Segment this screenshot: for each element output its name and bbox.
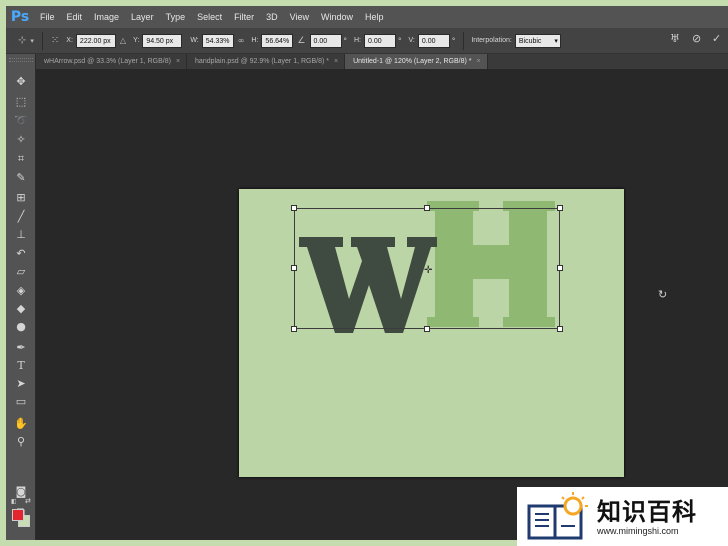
w-label: W:	[190, 37, 199, 44]
separator	[41, 31, 43, 50]
y-label: Y:	[133, 37, 140, 44]
transform-handle-top-left[interactable]	[291, 205, 297, 211]
book-lightbulb-logo	[527, 491, 591, 542]
menu-select[interactable]: Select	[191, 6, 228, 28]
transform-handle-right[interactable]	[557, 265, 563, 271]
healing-brush-tool-icon[interactable]: ⊞	[12, 190, 30, 206]
document-tab-bar: wHArrow.psd @ 33.3% (Layer 1, RGB/8) × h…	[36, 54, 728, 69]
hskew-label: H:	[354, 37, 361, 44]
tab-wharrow[interactable]: wHArrow.psd @ 33.3% (Layer 1, RGB/8) ×	[36, 54, 188, 69]
menu-bar: Ps File Edit Image Layer Type Select Fil…	[6, 6, 728, 28]
preset-dropdown-icon[interactable]: ▾	[30, 37, 34, 45]
width-field[interactable]: 54.33%	[201, 33, 234, 48]
transform-handle-bottom[interactable]	[424, 326, 430, 332]
menu-help[interactable]: Help	[359, 6, 390, 28]
link-icon[interactable]: ∞	[238, 36, 245, 45]
hand-tool-icon[interactable]: ✋	[12, 416, 30, 432]
close-icon[interactable]: ×	[334, 58, 338, 65]
x-field[interactable]: 222.00 px	[75, 33, 116, 48]
rotate-cursor-icon: ↻	[658, 288, 668, 301]
document-canvas[interactable]: ✛	[239, 189, 624, 477]
menu-type[interactable]: Type	[160, 6, 192, 28]
quick-selection-tool-icon[interactable]: ✧	[12, 132, 30, 148]
h-label: H:	[251, 37, 259, 44]
cancel-transform-icon[interactable]: ⊘	[692, 32, 701, 45]
degree-symbol: °	[343, 36, 348, 45]
relative-position-icon[interactable]: △	[120, 36, 126, 45]
menu-window[interactable]: Window	[315, 6, 359, 28]
transform-tool-preset-icon[interactable]: ⊹	[18, 35, 26, 46]
zoom-tool-icon[interactable]: ⚲	[12, 434, 30, 450]
separator	[463, 31, 465, 50]
tab-untitled-1[interactable]: Untitled-1 @ 120% (Layer 2, RGB/8) * ×	[345, 54, 488, 69]
menu-3d[interactable]: 3D	[260, 6, 284, 28]
commit-transform-icon[interactable]: ✓	[712, 32, 721, 45]
watermark-url: www.mimingshi.com	[597, 525, 679, 536]
options-bar: ⊹ ▾ ⁙ X: 222.00 px △ Y: 94.50 px W: 54.3…	[6, 28, 728, 54]
close-icon[interactable]: ×	[176, 58, 180, 65]
move-tool-icon[interactable]: ✥	[12, 74, 30, 90]
eyedropper-tool-icon[interactable]: ✎	[12, 170, 30, 186]
degree-symbol: °	[398, 36, 402, 45]
rotation-field[interactable]: 0.00	[309, 33, 342, 48]
paint-bucket-tool-icon[interactable]: ◈	[12, 283, 30, 299]
warp-mode-icon[interactable]: ♅	[670, 32, 680, 45]
menu-filter[interactable]: Filter	[228, 6, 260, 28]
interpolation-select[interactable]: Bicubic	[514, 33, 561, 49]
photoshop-logo: Ps	[10, 9, 30, 25]
height-field[interactable]: 56.64%	[261, 33, 294, 48]
blur-tool-icon[interactable]: ◆	[12, 301, 30, 317]
history-brush-tool-icon[interactable]: ↶	[12, 246, 30, 262]
foreground-color-swatch[interactable]	[12, 509, 24, 521]
vskew-label: V:	[408, 37, 415, 44]
watermark: 知识百科 www.mimingshi.com	[517, 487, 728, 546]
dodge-tool-icon[interactable]: ●	[12, 319, 30, 335]
close-icon[interactable]: ×	[476, 58, 480, 65]
horizontal-skew-field[interactable]: 0.00	[364, 33, 396, 48]
photoshop-window: Ps File Edit Image Layer Type Select Fil…	[6, 6, 728, 540]
menu-file[interactable]: File	[34, 6, 61, 28]
menu-edit[interactable]: Edit	[61, 6, 89, 28]
pen-tool-icon[interactable]: ✒	[12, 340, 30, 356]
tab-label: Untitled-1 @ 120% (Layer 2, RGB/8) *	[353, 58, 472, 65]
tab-label: handplain.psd @ 92.9% (Layer 1, RGB/8) *	[195, 58, 329, 65]
angle-icon: ∠	[297, 35, 306, 46]
brush-tool-icon[interactable]: ╱	[12, 209, 30, 225]
menu-image[interactable]: Image	[88, 6, 125, 28]
watermark-title: 知识百科	[597, 497, 697, 526]
path-selection-tool-icon[interactable]: ➤	[12, 376, 30, 392]
transform-handle-bottom-left[interactable]	[291, 326, 297, 332]
clone-stamp-tool-icon[interactable]: ⊥	[12, 227, 30, 243]
watermark-text: 知识百科 www.mimingshi.com	[597, 498, 697, 536]
x-label: X:	[66, 37, 73, 44]
vertical-skew-field[interactable]: 0.00	[417, 33, 450, 48]
tools-panel: ✥ ⬚ ➰ ✧ ⌗ ✎ ⊞ ╱ ⊥ ↶ ▱ ◈ ◆ ● ✒ T ➤ ▭ ✋ ⚲ …	[6, 54, 36, 540]
tab-label: wHArrow.psd @ 33.3% (Layer 1, RGB/8)	[44, 58, 171, 65]
lasso-tool-icon[interactable]: ➰	[12, 113, 30, 129]
marquee-tool-icon[interactable]: ⬚	[12, 94, 30, 110]
menu-view[interactable]: View	[284, 6, 315, 28]
transform-handle-bottom-right[interactable]	[557, 326, 563, 332]
y-field[interactable]: 94.50 px	[142, 33, 183, 48]
type-tool-icon[interactable]: T	[12, 358, 30, 374]
interpolation-label: Interpolation:	[471, 37, 512, 44]
tab-handplain[interactable]: handplain.psd @ 92.9% (Layer 1, RGB/8) *…	[187, 54, 346, 69]
transform-handle-top-right[interactable]	[557, 205, 563, 211]
reference-point-icon[interactable]: ⁙	[51, 35, 59, 46]
menu-layer[interactable]: Layer	[125, 6, 160, 28]
transform-center-point-icon[interactable]: ✛	[424, 266, 432, 276]
transform-handle-top[interactable]	[424, 205, 430, 211]
degree-symbol: °	[451, 36, 456, 45]
transform-handle-left[interactable]	[291, 265, 297, 271]
crop-tool-icon[interactable]: ⌗	[12, 151, 30, 167]
panel-grip[interactable]	[9, 58, 33, 62]
quick-mask-icon[interactable]: ◙	[12, 484, 30, 500]
shape-tool-icon[interactable]: ▭	[12, 394, 30, 410]
eraser-tool-icon[interactable]: ▱	[12, 264, 30, 280]
